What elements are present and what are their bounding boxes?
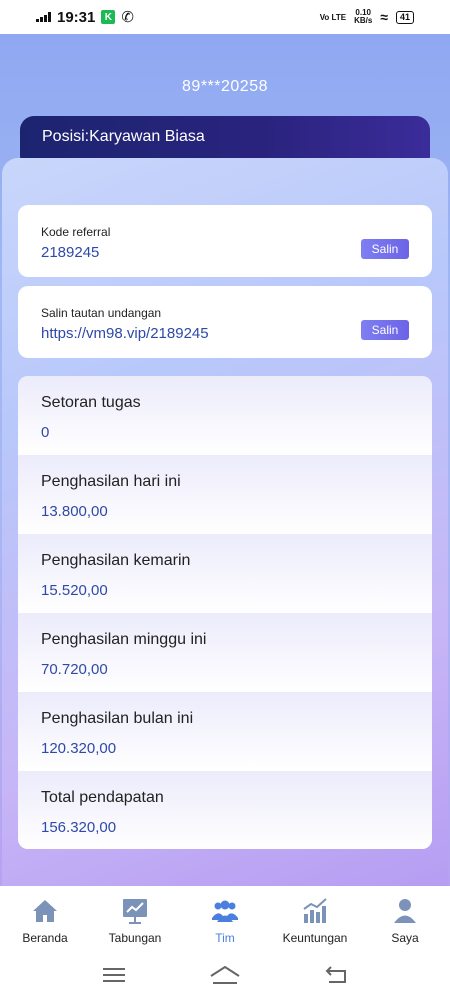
status-left: 19:31 K ✆ [36,8,134,26]
network-speed: 0.10 KB/s [354,9,372,25]
nav-label: Beranda [22,931,68,945]
back-icon[interactable] [325,966,347,984]
nav-item-tabungan[interactable]: Tabungan [90,886,180,950]
stat-value: 15.520,00 [41,582,108,599]
nav-item-keuntungan[interactable]: Keuntungan [270,886,360,950]
stat-label: Penghasilan kemarin [41,552,191,569]
stat-label: Penghasilan bulan ini [41,710,194,727]
stat-label: Setoran tugas [41,394,141,411]
home-icon [33,900,57,922]
nav-item-saya[interactable]: Saya [360,886,450,950]
stat-label: Total pendapatan [41,789,164,806]
nav-label: Tabungan [108,931,162,945]
stat-value: 156.320,00 [41,819,117,836]
chart-board-icon [123,899,147,924]
nav-label: Saya [391,931,419,945]
user-icon [394,899,416,923]
stat-label: Penghasilan minggu ini [41,631,207,648]
nav-label: Tim [215,931,235,945]
referral-label: Kode referral [41,225,111,239]
copy-referral-button[interactable]: Salin [361,239,409,259]
status-right: Vo LTE 0.10 KB/s ≈ 41 [320,9,414,25]
bar-chart-icon [303,898,327,923]
stat-value: 70.720,00 [41,661,108,678]
nav-label: Keuntungan [282,931,348,945]
network-label: Vo LTE [319,12,347,22]
wifi-icon: ≈ [380,9,388,25]
stat-row: Penghasilan hari ini 13.800,00 [18,455,432,534]
home-button-icon[interactable] [210,966,240,984]
invite-link-card: Salin tautan undangan https://vm98.vip/2… [18,286,432,358]
bottom-nav: Beranda Tabungan Tim Keuntungan Saya [0,886,450,950]
team-icon [212,900,238,922]
signal-icon [36,12,51,22]
stats-card: Setoran tugas 0 Penghasilan hari ini 13.… [18,376,432,849]
stat-label: Penghasilan hari ini [41,473,181,490]
user-phone: 89***20258 [182,78,268,95]
stat-value: 13.800,00 [41,503,108,520]
stat-row: Penghasilan bulan ini 120.320,00 [18,692,432,771]
app-notification-icon: K [101,10,116,24]
invite-link-label: Salin tautan undangan [41,306,162,320]
status-bar: 19:31 K ✆ Vo LTE 0.10 KB/s ≈ 41 [0,0,450,34]
menu-icon[interactable] [102,967,125,983]
stat-row: Penghasilan minggu ini 70.720,00 [18,613,432,692]
stat-row: Total pendapatan 156.320,00 [18,771,432,849]
stat-value: 120.320,00 [41,740,117,757]
stat-row: Penghasilan kemarin 15.520,00 [18,534,432,613]
nav-item-tim[interactable]: Tim [180,886,270,950]
nav-item-beranda[interactable]: Beranda [0,886,90,950]
stat-value: 0 [41,424,50,441]
copy-invite-link-button[interactable]: Salin [361,320,409,340]
call-icon: ✆ [121,9,134,26]
network-speed-unit: KB/s [354,16,373,25]
stat-row: Setoran tugas 0 [18,376,432,455]
status-time: 19:31 [57,8,96,26]
referral-card: Kode referral 2189245 Salin [18,205,432,277]
position-label: Posisi:Karyawan Biasa [42,128,205,145]
system-nav-bar [0,950,450,1000]
battery-icon: 41 [395,10,414,24]
